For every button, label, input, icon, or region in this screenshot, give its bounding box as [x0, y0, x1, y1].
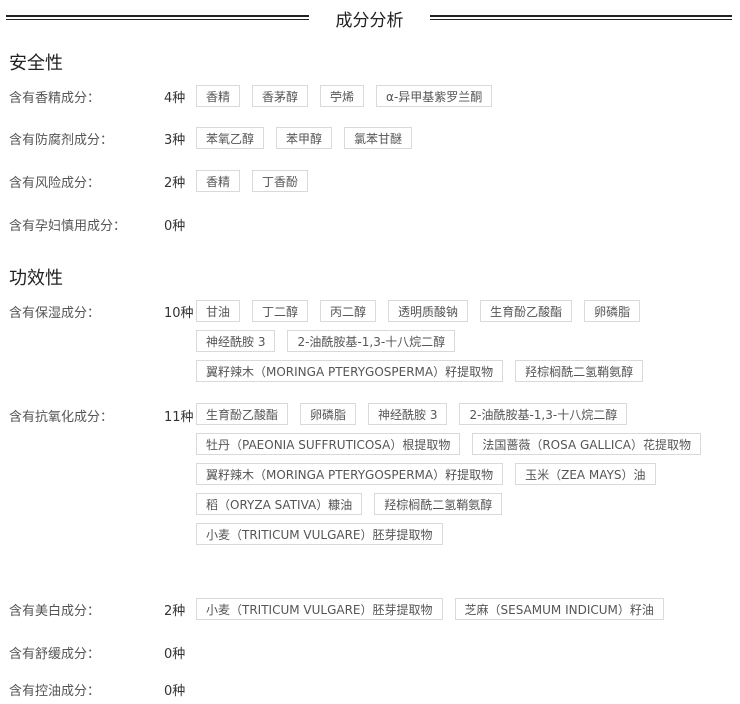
whitening-label: 含有美白成分：	[9, 604, 101, 619]
pregnancy-caution-count: 0种	[164, 219, 186, 234]
ingredient-tag[interactable]: 玉米（ZEA MAYS）油	[515, 463, 656, 485]
ingredient-tag[interactable]: 卵磷脂	[584, 300, 641, 322]
oil-control-count: 0种	[164, 684, 186, 699]
ingredient-tag[interactable]: 小麦（TRITICUM VULGARE）胚芽提取物	[196, 523, 443, 545]
risk-tags: 香精 丁香酚	[196, 170, 726, 192]
moisturizing-label: 含有保湿成分：	[9, 306, 101, 321]
ingredient-tag[interactable]: 羟棕榈酰二氢鞘氨醇	[515, 360, 644, 382]
ingredient-tag[interactable]: 香茅醇	[252, 85, 309, 107]
preservative-label: 含有防腐剂成分：	[9, 133, 114, 148]
ingredient-tag[interactable]: 2-油酰胺基-1,3-十八烷二醇	[459, 403, 628, 425]
risk-count: 2种	[164, 176, 186, 191]
ingredient-tag[interactable]: 神经酰胺 3	[368, 403, 448, 425]
antioxidant-count: 11种	[164, 410, 194, 425]
efficacy-section-title: 功效性	[9, 268, 63, 289]
antioxidant-tags: 生育酚乙酸酯 卵磷脂 神经酰胺 3 2-油酰胺基-1,3-十八烷二醇牡丹（PAEONI…	[196, 403, 726, 545]
page-title: 成分分析	[335, 11, 404, 31]
ingredient-tag[interactable]: 丁香酚	[252, 170, 309, 192]
fragrance-tags: 香精 香茅醇 苧烯 α-异甲基紫罗兰酮	[196, 85, 726, 107]
ingredient-tag[interactable]: 卵磷脂	[300, 403, 357, 425]
ingredient-tag[interactable]: 生育酚乙酸酯	[480, 300, 573, 322]
ingredient-tag[interactable]: 丙二醇	[320, 300, 377, 322]
ingredient-tag[interactable]: 小麦（TRITICUM VULGARE）胚芽提取物	[196, 598, 443, 620]
header-rule-right	[430, 15, 732, 20]
ingredient-tag[interactable]: 苯氧乙醇	[196, 127, 265, 149]
section-header: 成分分析	[0, 0, 740, 36]
ingredient-tag[interactable]: 翼籽辣木（MORINGA PTERYGOSPERMA）籽提取物	[196, 360, 504, 382]
ingredient-tag[interactable]: 丁二醇	[252, 300, 309, 322]
moisturizing-tags: 甘油 丁二醇 丙二醇 透明质酸钠 生育酚乙酸酯 卵磷脂神经酰胺 3 2-油酰胺基-1,3-十…	[196, 300, 726, 382]
ingredient-tag[interactable]: 法国蔷薇（ROSA GALLICA）花提取物	[472, 433, 701, 455]
preservative-count: 3种	[164, 133, 186, 148]
ingredient-tag[interactable]: 芝麻（SESAMUM INDICUM）籽油	[454, 598, 664, 620]
ingredient-tag[interactable]: α-异甲基紫罗兰酮	[376, 85, 493, 107]
ingredient-tag[interactable]: 稻（ORYZA SATIVA）糠油	[196, 493, 363, 515]
ingredient-tag[interactable]: 生育酚乙酸酯	[196, 403, 289, 425]
ingredient-tag[interactable]: 苯甲醇	[276, 127, 333, 149]
ingredient-tag[interactable]: 牡丹（PAEONIA SUFFRUTICOSA）根提取物	[196, 433, 461, 455]
ingredient-tag[interactable]: 2-油酰胺基-1,3-十八烷二醇	[287, 330, 456, 352]
header-rule-left	[6, 15, 309, 20]
soothing-label: 含有舒缓成分：	[9, 647, 101, 662]
ingredient-tag[interactable]: 翼籽辣木（MORINGA PTERYGOSPERMA）籽提取物	[196, 463, 504, 485]
fragrance-label: 含有香精成分：	[9, 91, 101, 106]
ingredient-tag[interactable]: 甘油	[196, 300, 241, 322]
ingredient-tag[interactable]: 羟棕榈酰二氢鞘氨醇	[374, 493, 503, 515]
moisturizing-count: 10种	[164, 306, 194, 321]
whitening-tags: 小麦（TRITICUM VULGARE）胚芽提取物 芝麻（SESAMUM INDI…	[196, 598, 726, 620]
preservative-tags: 苯氧乙醇 苯甲醇 氯苯甘醚	[196, 127, 726, 149]
fragrance-count: 4种	[164, 91, 186, 106]
ingredient-tag[interactable]: 香精	[196, 170, 241, 192]
antioxidant-label: 含有抗氧化成分：	[9, 410, 114, 425]
ingredient-tag[interactable]: 神经酰胺 3	[196, 330, 276, 352]
soothing-count: 0种	[164, 647, 186, 662]
ingredient-tag[interactable]: 苧烯	[320, 85, 365, 107]
ingredient-tag[interactable]: 氯苯甘醚	[344, 127, 413, 149]
ingredient-tag[interactable]: 透明质酸钠	[388, 300, 469, 322]
ingredient-tag[interactable]: 香精	[196, 85, 241, 107]
safety-section-title: 安全性	[9, 53, 63, 74]
oil-control-label: 含有控油成分：	[9, 684, 101, 699]
pregnancy-caution-label: 含有孕妇慎用成分：	[9, 219, 127, 234]
risk-label: 含有风险成分：	[9, 176, 101, 191]
whitening-count: 2种	[164, 604, 186, 619]
